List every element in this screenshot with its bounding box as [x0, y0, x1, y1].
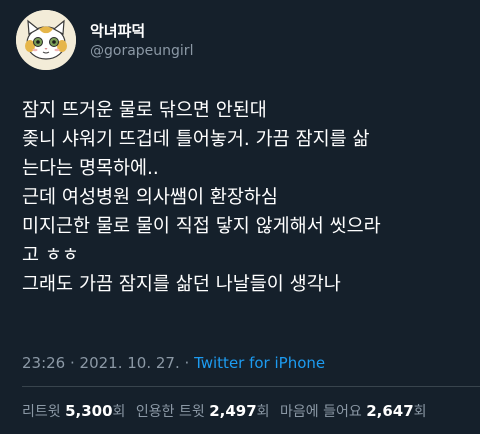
- author-display-name[interactable]: 악녀퍄덕: [90, 22, 193, 40]
- author-names: 악녀퍄덕 @gorapeungirl: [90, 22, 193, 61]
- tweet-line: 그래도 가끔 잠지를 삶던 나날들이 생각나: [22, 274, 341, 295]
- tweet-line: 미지근한 물로 물이 직접 닿지 않게해서 씻으라: [22, 216, 381, 237]
- quotes-unit: 회: [256, 404, 270, 420]
- likes-unit: 회: [413, 404, 427, 420]
- cartoon-cat-avatar-icon: [16, 10, 76, 70]
- avatar[interactable]: [16, 10, 76, 70]
- retweets-label: 리트윗: [22, 404, 61, 420]
- tweet-text: 잠지 뜨거운 물로 닦으면 안된대 좆니 샤워기 뜨겁데 틀어놓거. 가끔 잠지…: [22, 96, 468, 299]
- likes-stat[interactable]: 마음에 들어요 2,647회: [280, 402, 427, 420]
- tweet-line: 고 ㅎㅎ: [22, 245, 79, 266]
- tweet-line: 근데 여성병원 의사쌤이 환장하심: [22, 187, 278, 208]
- retweets-count: 5,300: [65, 402, 113, 420]
- tweet-line: 잠지 뜨거운 물로 닦으면 안된대: [22, 100, 267, 121]
- tweet-source-link[interactable]: Twitter for iPhone: [194, 354, 325, 372]
- quotes-label: 인용한 트윗: [135, 404, 205, 420]
- likes-label: 마음에 들어요: [280, 404, 362, 420]
- quotes-count: 2,497: [209, 402, 257, 420]
- tweet-date[interactable]: 2021. 10. 27.: [80, 354, 180, 372]
- tweet-meta: 23:26 · 2021. 10. 27. · Twitter for iPho…: [22, 354, 325, 372]
- tweet-time[interactable]: 23:26: [22, 354, 65, 372]
- retweets-unit: 회: [112, 404, 126, 420]
- tweet-stats: 리트윗 5,300회 인용한 트윗 2,497회 마음에 들어요 2,647회: [22, 401, 433, 421]
- divider: [22, 386, 480, 387]
- tweet-line: 좆니 샤워기 뜨겁데 틀어놓거. 가끔 잠지를 삶: [22, 129, 370, 150]
- tweet-line: 는다는 명목하에..: [22, 158, 159, 179]
- tweet-header: 악녀퍄덕 @gorapeungirl: [16, 10, 464, 70]
- meta-separator: ·: [65, 354, 80, 372]
- quotes-stat[interactable]: 인용한 트윗 2,497회: [135, 402, 270, 420]
- meta-separator: ·: [179, 354, 195, 372]
- retweets-stat[interactable]: 리트윗 5,300회: [22, 402, 126, 420]
- author-handle[interactable]: @gorapeungirl: [90, 41, 193, 61]
- likes-count: 2,647: [366, 402, 414, 420]
